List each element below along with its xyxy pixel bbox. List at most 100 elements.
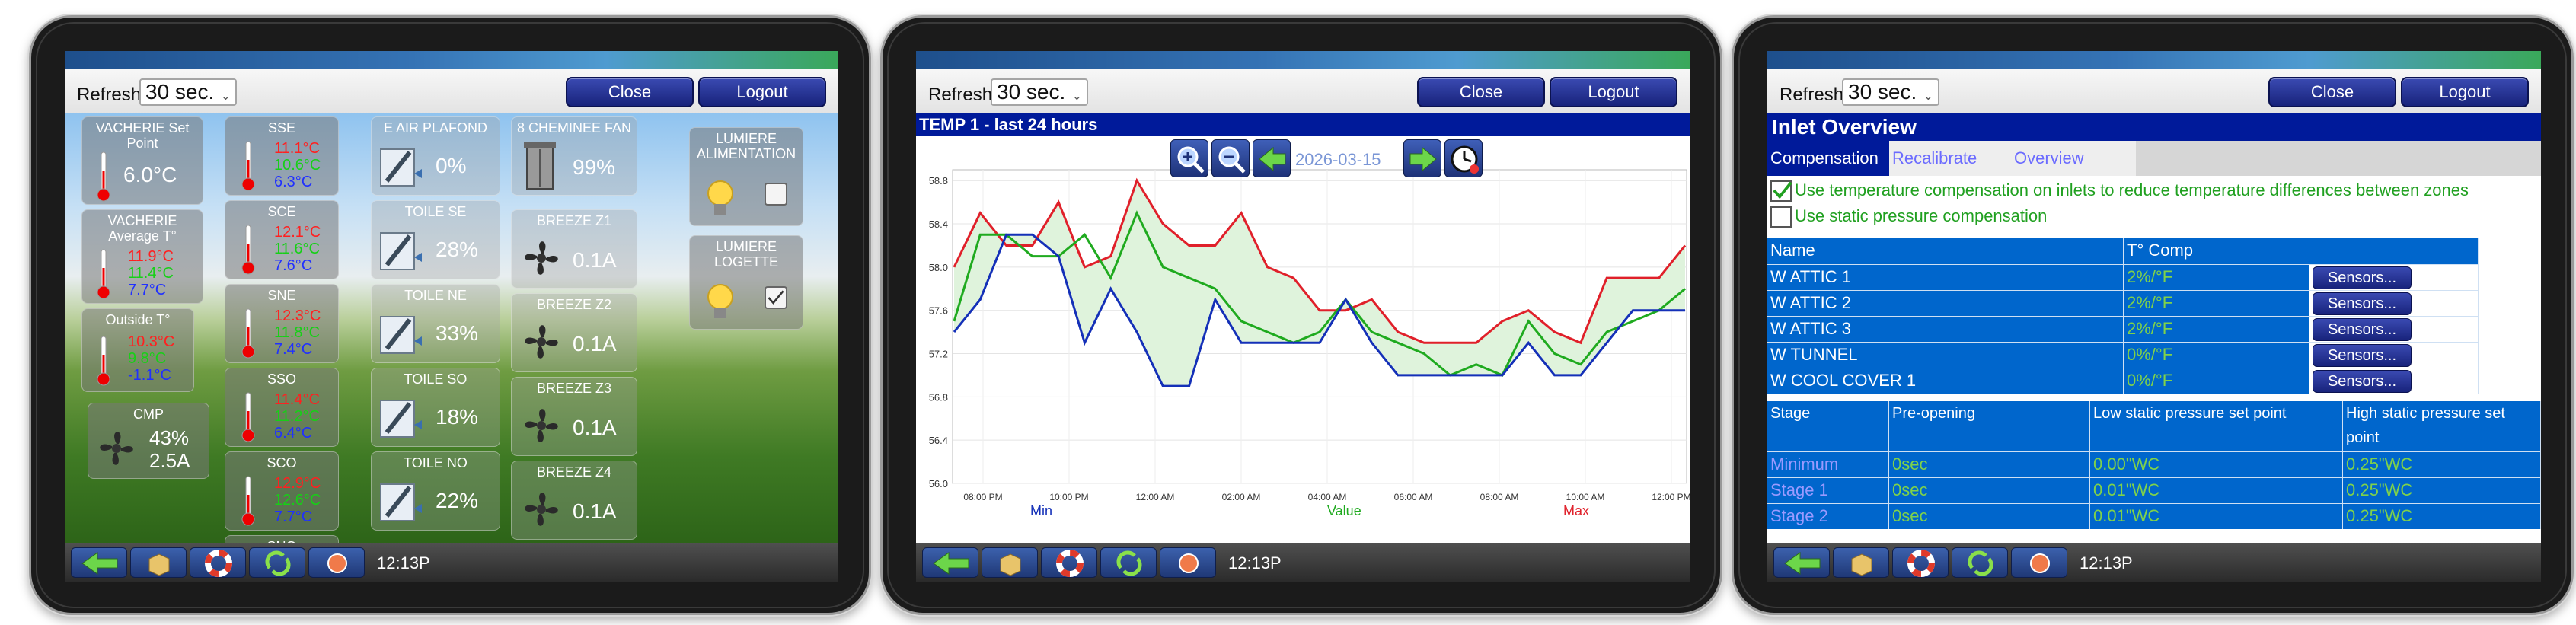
light-tile-alimentation[interactable]: LUMIERE ALIMENTATION (689, 127, 803, 226)
static-pressure-checkbox[interactable] (1770, 206, 1792, 228)
flap-tile-eair[interactable]: E AIR PLAFOND 0% (371, 116, 500, 196)
sensors-button[interactable]: Sensors... (2313, 292, 2412, 315)
recycle-icon[interactable] (1100, 547, 1157, 578)
stage-name[interactable]: Stage 2 (1767, 504, 1889, 529)
cube-icon[interactable] (130, 547, 187, 578)
breeze-tile-z1[interactable]: BREEZE Z1 0.1A (511, 209, 637, 289)
light-tile-logette[interactable]: LUMIERE LOGETTE (689, 235, 803, 330)
back-arrow-icon[interactable] (71, 547, 127, 578)
light-bulb-icon (707, 180, 733, 215)
recycle-icon[interactable] (249, 547, 305, 578)
logout-button[interactable]: Logout (698, 77, 826, 107)
breeze-tile-z2[interactable]: BREEZE Z2 0.1A (511, 293, 637, 372)
zone-tile-sne[interactable]: SNE 12.3°C 11.8°C 7.4°C (225, 284, 339, 363)
inlet-name: W TUNNEL (1767, 343, 2124, 368)
back-arrow-icon[interactable] (1773, 547, 1830, 578)
temp-compensation-checkbox[interactable] (1770, 180, 1792, 202)
sensors-button[interactable]: Sensors... (2313, 318, 2412, 341)
breeze-tile-z4[interactable]: BREEZE Z4 0.1A (511, 461, 637, 540)
thermometer-icon (97, 151, 110, 202)
outside-temp-tile[interactable]: Outside T° 10.3°C 9.8°C -1.1°C (81, 308, 194, 392)
zone-green: 11.8°C (274, 324, 320, 341)
zone-red: 12.3°C (274, 308, 321, 324)
stage-name[interactable]: Minimum (1767, 452, 1889, 477)
static-pressure-option[interactable]: Use static pressure compensation (1770, 206, 2047, 228)
chart-date[interactable]: 2026-03-15 (1295, 150, 1381, 170)
flap-title: TOILE SO (404, 371, 468, 387)
flap-value: 22% (436, 489, 479, 512)
landscape-background: VACHERIE Set Point 6.0°C VACHERIE Averag… (65, 113, 838, 558)
flap-tile-toile-ne[interactable]: TOILE NE 33% (371, 284, 500, 363)
cheminee-fan-tile[interactable]: 8 CHEMINEE FAN 99% (511, 116, 637, 196)
sensors-button[interactable]: Sensors... (2313, 266, 2412, 289)
tab-overview[interactable]: Overview (2011, 141, 2136, 176)
stage-pre-opening: 0sec (1889, 452, 2090, 477)
recycle-icon[interactable] (1952, 547, 2008, 578)
tab-compensation[interactable]: Compensation (1767, 141, 1889, 176)
refresh-select[interactable]: 30 sec. ⌄ (139, 78, 237, 106)
tab-recalibrate[interactable]: Recalibrate (1889, 141, 2011, 176)
flap-value: 18% (436, 405, 479, 429)
refresh-select[interactable]: 30 sec. ⌄ (991, 78, 1088, 106)
cmp-tile[interactable]: CMP 43% 2.5A (88, 403, 209, 479)
zoom-in-icon[interactable] (1170, 139, 1208, 177)
stage-table-header: Stage Pre-opening Low static pressure se… (1767, 401, 2541, 451)
refresh-select[interactable]: 30 sec. ⌄ (1842, 78, 1939, 106)
zone-green: 10.6°C (274, 157, 321, 174)
chart-title: TEMP 1 - last 24 hours (916, 113, 1690, 136)
inlet-row: W ATTIC 3 2%/°F Sensors... (1767, 316, 2479, 342)
lifebuoy-icon[interactable] (190, 547, 246, 578)
flap-tile-toile-no[interactable]: TOILE NO 22% (371, 451, 500, 531)
clock-icon[interactable] (1444, 139, 1483, 177)
y-tick-label: 58.0 (929, 262, 948, 273)
alarm-icon[interactable] (1160, 547, 1216, 578)
inlet-table-header: Name T° Comp (1767, 238, 2479, 264)
alarm-icon[interactable] (308, 547, 365, 578)
light-checkbox[interactable] (765, 286, 787, 309)
logout-button[interactable]: Logout (1550, 77, 1677, 107)
close-button[interactable]: Close (1417, 77, 1545, 107)
zone-tile-sso[interactable]: SSO 11.4°C 11.2°C 6.4°C (225, 368, 339, 447)
stage-name[interactable]: Stage 1 (1767, 478, 1889, 503)
zoom-out-icon[interactable] (1211, 139, 1250, 177)
stage-row: Minimum 0sec 0.00"WC 0.25"WC (1767, 451, 2541, 477)
vacherie-setpoint-tile[interactable]: VACHERIE Set Point 6.0°C (81, 116, 203, 205)
inlet-flap-icon (380, 400, 422, 438)
outside-temp-red: 10.3°C (128, 333, 175, 350)
flap-tile-toile-so[interactable]: TOILE SO 18% (371, 368, 500, 447)
alarm-icon[interactable] (2011, 547, 2067, 578)
logout-button[interactable]: Logout (2401, 77, 2529, 107)
sensors-button[interactable]: Sensors... (2313, 370, 2412, 393)
lifebuoy-icon[interactable] (1041, 547, 1097, 578)
sensors-button[interactable]: Sensors... (2313, 344, 2412, 367)
breeze-tile-z3[interactable]: BREEZE Z3 0.1A (511, 377, 637, 456)
zone-red: 12.1°C (274, 224, 321, 241)
stage-high-sp: 0.25"WC (2343, 452, 2541, 477)
temp-compensation-option[interactable]: Use temperature compensation on inlets t… (1770, 180, 2469, 202)
cube-icon[interactable] (1833, 547, 1889, 578)
back-arrow-icon[interactable] (922, 547, 978, 578)
header-high-sp: High static pressure set point (2343, 401, 2541, 451)
zone-tile-sce[interactable]: SCE 12.1°C 11.6°C 7.6°C (225, 200, 339, 279)
fan-icon (525, 493, 558, 526)
close-button[interactable]: Close (566, 77, 694, 107)
lifebuoy-icon[interactable] (1892, 547, 1949, 578)
close-button[interactable]: Close (2268, 77, 2396, 107)
thermometer-icon (97, 249, 110, 299)
previous-arrow-icon[interactable] (1253, 139, 1291, 177)
zone-tile-sse[interactable]: SSE 11.1°C 10.6°C 6.3°C (225, 116, 339, 196)
next-arrow-icon[interactable] (1403, 139, 1441, 177)
legend-value: Value (1327, 503, 1361, 518)
zone-tile-sco[interactable]: SCO 12.9°C 12.6°C 7.7°C (225, 451, 339, 531)
x-tick-label: 10:00 PM (1049, 492, 1088, 502)
zone-blue: 6.3°C (274, 174, 313, 190)
light-checkbox[interactable] (765, 183, 787, 206)
vacherie-average-tile[interactable]: VACHERIE Average T° 11.9°C 11.4°C 7.7°C (81, 209, 203, 304)
screen-inlet-overview: Refresh 30 sec. ⌄ Close Logout Inlet Over… (1767, 51, 2541, 582)
screen-chart: Refresh 30 sec. ⌄ Close Logout TEMP 1 - l… (916, 51, 1690, 582)
x-tick-label: 08:00 PM (963, 492, 1002, 502)
flap-tile-toile-se[interactable]: TOILE SE 28% (371, 200, 500, 279)
x-tick-label: 08:00 AM (1480, 492, 1519, 502)
cube-icon[interactable] (982, 547, 1038, 578)
zone-title: SCO (267, 455, 297, 470)
